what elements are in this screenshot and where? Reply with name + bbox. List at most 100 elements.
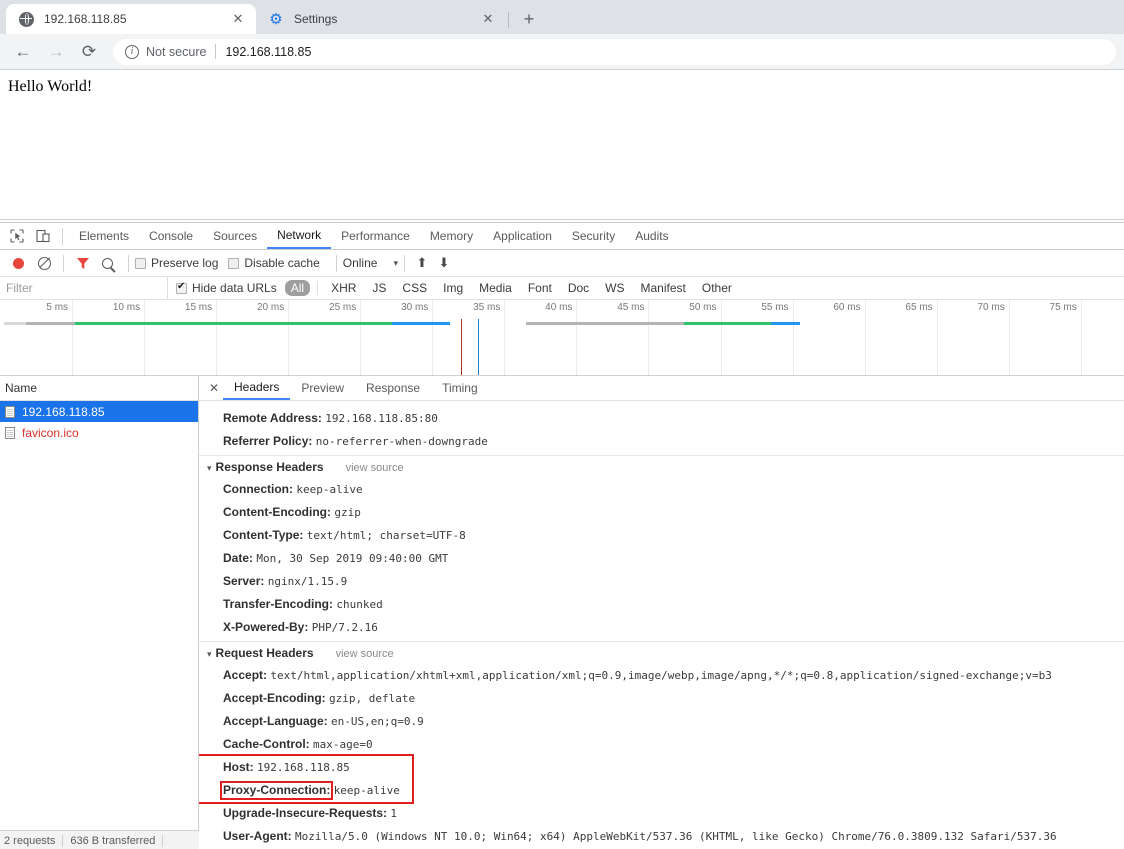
response-headers-section-title[interactable]: ▾ Response Headers view source — [199, 455, 1124, 478]
devtools-tab-application[interactable]: Application — [483, 223, 562, 249]
disable-cache-label: Disable cache — [244, 256, 319, 270]
header-row-host: Host: 192.168.118.85 — [199, 756, 1124, 779]
clear-button[interactable] — [31, 251, 57, 275]
checkbox-box — [176, 283, 187, 294]
filter-type-media[interactable]: Media — [473, 280, 518, 296]
waterfall-segment-stalled — [526, 322, 685, 325]
detail-tab-timing[interactable]: Timing — [431, 376, 489, 400]
header-value: keep-alive — [334, 784, 400, 797]
overview-gridline — [72, 300, 73, 376]
filter-type-doc[interactable]: Doc — [562, 280, 595, 296]
section-label: Response Headers — [216, 460, 324, 474]
new-tab-button[interactable]: + — [515, 5, 543, 33]
search-icon[interactable] — [96, 251, 122, 275]
overview-tick-label: 60 ms — [833, 302, 864, 313]
devtools-tab-audits[interactable]: Audits — [625, 223, 678, 249]
header-key: Cache-Control: — [223, 737, 310, 751]
disable-cache-checkbox[interactable]: Disable cache — [228, 256, 319, 270]
filter-type-img[interactable]: Img — [437, 280, 469, 296]
header-row: Date: Mon, 30 Sep 2019 09:40:00 GMT — [199, 547, 1124, 570]
header-key: Server: — [223, 574, 264, 588]
view-source-link[interactable]: view source — [346, 462, 404, 474]
detail-tab-headers[interactable]: Headers — [223, 376, 290, 400]
header-key: Date: — [223, 551, 253, 565]
filter-type-other[interactable]: Other — [696, 280, 738, 296]
header-key: Content-Type: — [223, 528, 303, 542]
devtools-tab-console[interactable]: Console — [139, 223, 203, 249]
throttling-select[interactable]: Online ▾ — [343, 256, 398, 270]
filter-icon[interactable] — [70, 251, 96, 275]
overview-gridline — [648, 300, 649, 376]
header-row: X-Powered-By: PHP/7.2.16 — [199, 616, 1124, 639]
header-value: chunked — [336, 598, 382, 611]
filter-input[interactable]: Filter — [0, 277, 168, 299]
header-value: text/html; charset=UTF-8 — [307, 529, 466, 542]
header-key: Connection: — [223, 482, 293, 496]
device-toolbar-icon[interactable] — [30, 224, 56, 248]
header-key: Accept: — [223, 668, 267, 682]
address-bar[interactable]: i Not secure 192.168.118.85 — [113, 39, 1116, 65]
devtools-tab-network[interactable]: Network — [267, 223, 331, 249]
detail-tab-preview[interactable]: Preview — [290, 376, 355, 400]
overview-tick-label: 35 ms — [473, 302, 504, 313]
document-icon — [5, 427, 15, 439]
preserve-log-checkbox[interactable]: Preserve log — [135, 256, 218, 270]
inspect-element-icon[interactable] — [4, 224, 30, 248]
checkbox-box — [228, 258, 239, 269]
forward-button[interactable]: → — [41, 37, 71, 67]
filter-type-all[interactable]: All — [285, 280, 310, 296]
devtools-tab-security[interactable]: Security — [562, 223, 625, 249]
filter-type-js[interactable]: JS — [366, 280, 392, 296]
overview-gridline — [576, 300, 577, 376]
browser-toolbar: ← → ⟳ i Not secure 192.168.118.85 — [0, 34, 1124, 70]
devtools-tab-sources[interactable]: Sources — [203, 223, 267, 249]
header-value: Mozilla/5.0 (Windows NT 10.0; Win64; x64… — [295, 830, 1057, 843]
back-button[interactable]: ← — [8, 37, 38, 67]
header-key: Transfer-Encoding: — [223, 597, 333, 611]
overview-gridline — [432, 300, 433, 376]
filter-type-ws[interactable]: WS — [599, 280, 630, 296]
browser-tab-2[interactable]: ⚙ Settings ✕ — [256, 4, 506, 34]
info-icon[interactable]: i — [125, 45, 139, 59]
header-key: Accept-Language: — [223, 714, 328, 728]
overview-tick-label: 55 ms — [761, 302, 792, 313]
filter-type-font[interactable]: Font — [522, 280, 558, 296]
detail-tab-response[interactable]: Response — [355, 376, 431, 400]
close-icon[interactable]: ✕ — [480, 11, 496, 27]
network-overview[interactable]: 5 ms10 ms15 ms20 ms25 ms30 ms35 ms40 ms4… — [0, 300, 1124, 376]
checkbox-box — [135, 258, 146, 269]
toolbar-divider — [336, 255, 337, 272]
header-row: Remote Address: 192.168.118.85:80 — [199, 407, 1124, 430]
document-icon — [5, 406, 15, 418]
toolbar-divider — [128, 255, 129, 272]
request-headers-section-title[interactable]: ▾ Request Headers view source — [199, 641, 1124, 664]
hide-data-urls-label: Hide data URLs — [192, 281, 277, 295]
browser-tab-1[interactable]: 192.168.118.85 ✕ — [6, 4, 256, 34]
filter-type-manifest[interactable]: Manifest — [635, 280, 692, 296]
filter-type-css[interactable]: CSS — [396, 280, 433, 296]
overview-tick-label: 70 ms — [977, 302, 1008, 313]
import-har-icon[interactable]: ⬆ — [411, 255, 433, 271]
devtools-tab-elements[interactable]: Elements — [69, 223, 139, 249]
filter-type-xhr[interactable]: XHR — [325, 280, 362, 296]
request-row-1[interactable]: favicon.ico — [0, 422, 198, 443]
overview-event-line — [461, 319, 462, 376]
waterfall-segment-stalled — [26, 322, 75, 325]
export-har-icon[interactable]: ⬇ — [433, 255, 455, 271]
toolbar-divider — [404, 255, 405, 272]
header-key: Referrer Policy: — [223, 434, 312, 448]
overview-tick-label: 25 ms — [329, 302, 360, 313]
view-source-link[interactable]: view source — [336, 648, 394, 660]
reload-button[interactable]: ⟳ — [74, 37, 104, 67]
devtools-tab-memory[interactable]: Memory — [420, 223, 483, 249]
request-list-header[interactable]: Name — [0, 376, 198, 401]
request-count: 2 requests — [4, 835, 55, 847]
network-split-view: Name 192.168.118.85 favicon.ico ✕ Header… — [0, 376, 1124, 849]
close-icon[interactable]: ✕ — [230, 11, 246, 27]
hide-data-urls-checkbox[interactable]: Hide data URLs — [176, 281, 277, 295]
close-icon[interactable]: ✕ — [205, 381, 223, 395]
record-button[interactable] — [5, 251, 31, 275]
request-row-0[interactable]: 192.168.118.85 — [0, 401, 198, 422]
devtools-tab-performance[interactable]: Performance — [331, 223, 420, 249]
waterfall-segment-waiting — [75, 322, 392, 325]
